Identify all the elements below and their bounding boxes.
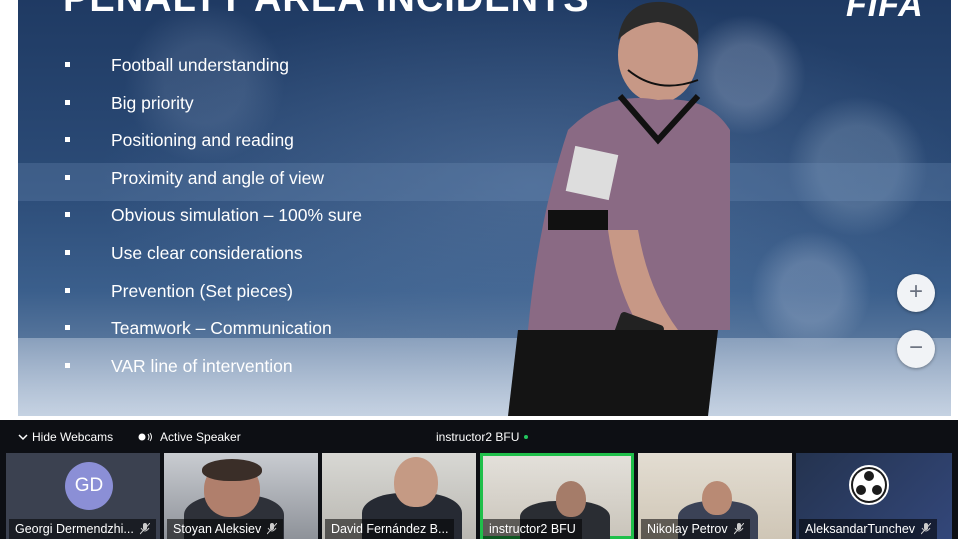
bullet-item: Proximity and angle of view bbox=[63, 165, 362, 203]
presentation-slide: PENALTY AREA INCIDENTS FIFA Football und… bbox=[0, 0, 958, 420]
speaking-indicator-icon bbox=[524, 435, 529, 439]
slide-title: PENALTY AREA INCIDENTS bbox=[63, 0, 590, 21]
bullet-icon bbox=[65, 287, 70, 293]
bullet-icon bbox=[65, 212, 70, 218]
bullet-item: Teamwork – Communication bbox=[63, 315, 362, 353]
slide-background: PENALTY AREA INCIDENTS FIFA Football und… bbox=[18, 0, 951, 416]
bullet-item: Big priority bbox=[63, 90, 362, 128]
participant-label: Georgi Dermendzhi... bbox=[9, 519, 156, 539]
participant-tile[interactable]: Nikolay Petrov bbox=[638, 453, 792, 539]
participant-name: AleksandarTunchev bbox=[805, 522, 916, 536]
hide-webcams-button[interactable]: Hide Webcams bbox=[18, 430, 113, 444]
mic-muted-icon bbox=[921, 523, 932, 535]
participant-name: Georgi Dermendzhi... bbox=[15, 522, 134, 536]
current-speaker: instructor2 BFU bbox=[436, 430, 529, 444]
bullet-icon bbox=[65, 325, 70, 331]
fifa-logo: FIFA bbox=[846, 0, 924, 24]
bullet-list: Football understanding Big priority Posi… bbox=[63, 52, 362, 390]
participant-name: David Fernández B... bbox=[331, 522, 449, 536]
active-speaker-button[interactable]: Active Speaker bbox=[138, 430, 241, 444]
participant-label: Stoyan Aleksiev bbox=[167, 519, 284, 539]
mic-muted-icon bbox=[733, 523, 744, 535]
chevron-down-icon bbox=[18, 434, 28, 441]
bullet-item: VAR line of intervention bbox=[63, 353, 362, 391]
participant-label: instructor2 BFU bbox=[483, 519, 582, 539]
bullet-icon bbox=[65, 62, 70, 67]
bullet-item: Positioning and reading bbox=[63, 127, 362, 165]
participant-tile[interactable]: GD Georgi Dermendzhi... bbox=[6, 453, 160, 539]
participant-tile[interactable]: David Fernández B... bbox=[322, 453, 476, 539]
bullet-icon bbox=[65, 249, 70, 255]
participant-tiles: GD Georgi Dermendzhi... Stoyan Aleksiev … bbox=[0, 453, 958, 539]
webcam-bar: Hide Webcams Active Speaker instructor2 … bbox=[0, 420, 958, 453]
referee-image bbox=[508, 1, 730, 416]
bullet-item: Football understanding bbox=[63, 52, 362, 90]
avatar: GD bbox=[65, 462, 113, 510]
current-speaker-name: instructor2 BFU bbox=[436, 430, 520, 444]
participant-tile[interactable]: Stoyan Aleksiev bbox=[164, 453, 318, 539]
zoom-out-button[interactable]: − bbox=[897, 330, 935, 368]
zoom-in-button[interactable]: + bbox=[897, 274, 935, 312]
mic-muted-icon bbox=[267, 523, 278, 535]
bullet-item: Obvious simulation – 100% sure bbox=[63, 202, 362, 240]
bullet-icon bbox=[65, 137, 70, 143]
participant-label: AleksandarTunchev bbox=[799, 519, 938, 539]
hide-webcams-label: Hide Webcams bbox=[32, 430, 114, 444]
participant-name: Nikolay Petrov bbox=[647, 522, 728, 536]
speaker-icon bbox=[138, 432, 152, 442]
bullet-icon bbox=[65, 362, 70, 368]
obs-logo-icon bbox=[849, 465, 889, 505]
participant-tile[interactable]: AleksandarTunchev bbox=[796, 453, 952, 539]
participant-label: David Fernández B... bbox=[325, 519, 455, 539]
participant-name: instructor2 BFU bbox=[489, 522, 576, 536]
bullet-item: Prevention (Set pieces) bbox=[63, 278, 362, 316]
participant-label: Nikolay Petrov bbox=[641, 519, 750, 539]
bullet-item: Use clear considerations bbox=[63, 240, 362, 278]
bullet-icon bbox=[65, 99, 70, 105]
participant-name: Stoyan Aleksiev bbox=[173, 522, 262, 536]
mic-muted-icon bbox=[139, 523, 150, 535]
active-speaker-label: Active Speaker bbox=[160, 430, 241, 444]
participant-tile-active[interactable]: instructor2 BFU bbox=[480, 453, 634, 539]
bullet-icon bbox=[65, 174, 70, 180]
